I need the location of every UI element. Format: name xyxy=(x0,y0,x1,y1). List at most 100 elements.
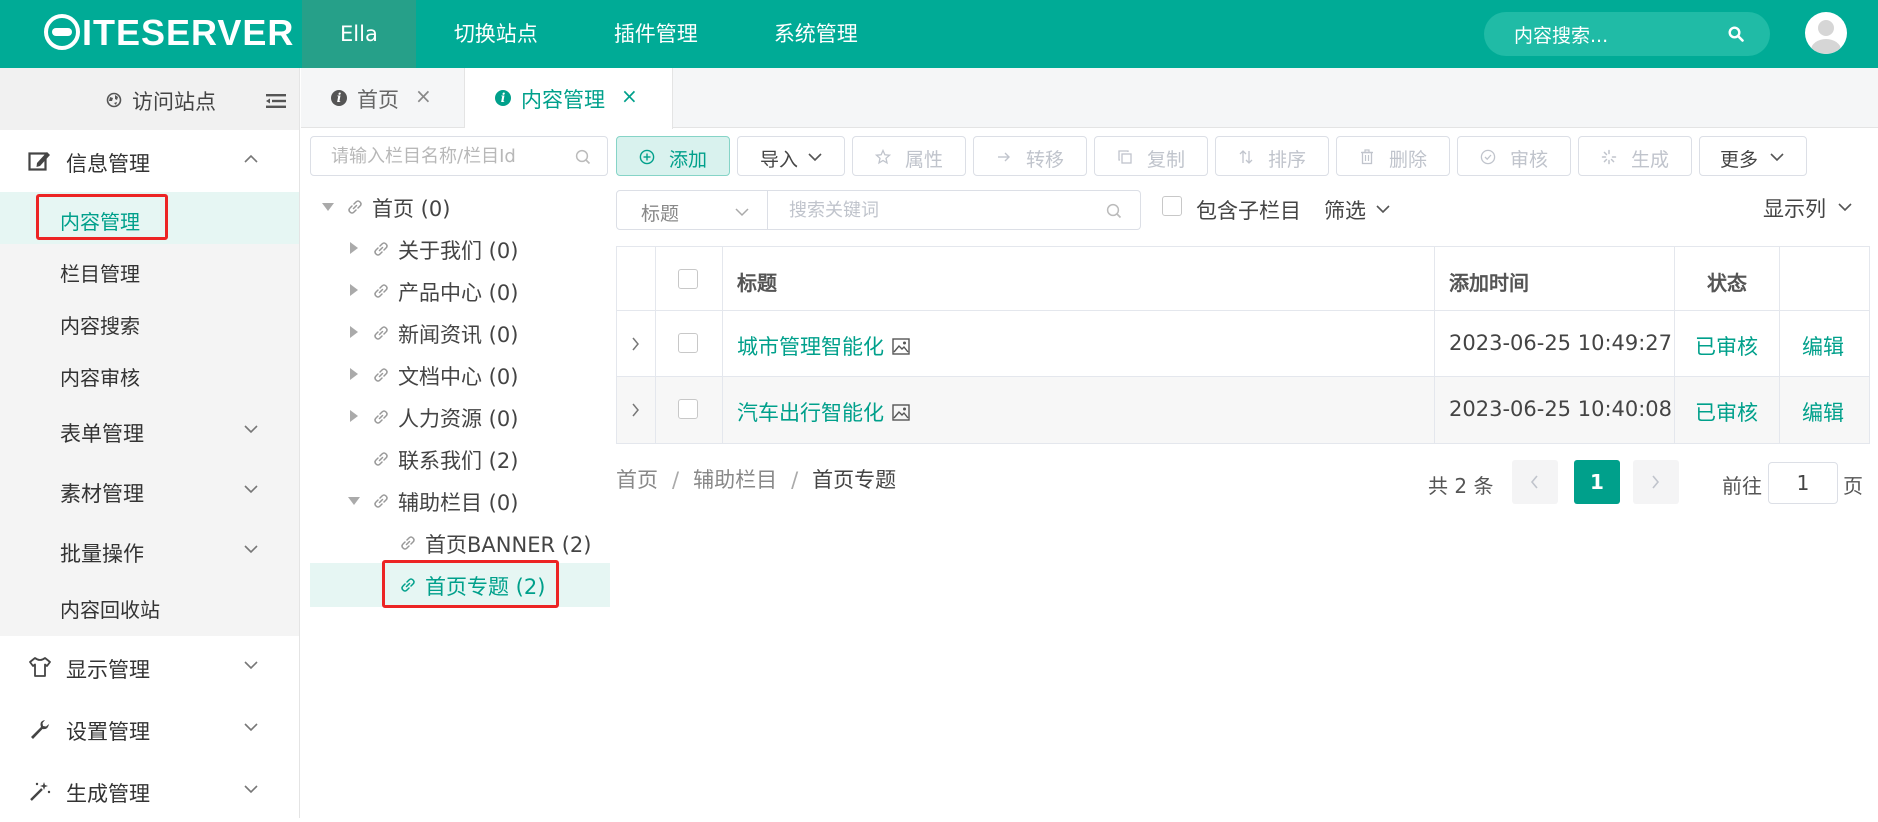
caret-right-icon[interactable] xyxy=(350,326,358,338)
page-number-current[interactable]: 1 xyxy=(1574,460,1620,504)
select-all-checkbox[interactable] xyxy=(678,269,698,289)
move-button[interactable]: 转移 xyxy=(973,136,1087,176)
search-field-select[interactable]: 标题 xyxy=(616,190,768,230)
user-icon xyxy=(1811,20,1841,54)
chevron-up-icon xyxy=(244,154,258,163)
nav-site-ella[interactable]: Ella xyxy=(302,0,416,68)
sidebar-item-content-search[interactable]: 内容搜索 xyxy=(0,296,299,348)
search-icon[interactable] xyxy=(1728,26,1744,42)
chevron-right-icon[interactable] xyxy=(631,337,640,351)
tree-node[interactable]: 新闻资讯 (0) xyxy=(310,311,610,353)
search-icon[interactable] xyxy=(575,149,591,165)
user-avatar[interactable] xyxy=(1805,12,1847,54)
tree-node[interactable]: 产品中心 (0) xyxy=(310,269,610,311)
column-search-input[interactable] xyxy=(311,137,551,175)
info-icon: i xyxy=(331,90,347,106)
row-checkbox[interactable] xyxy=(678,399,698,419)
close-icon[interactable]: × xyxy=(621,84,638,108)
delete-button[interactable]: 删除 xyxy=(1336,136,1450,176)
link-icon xyxy=(374,242,388,256)
column-header-time[interactable]: 添加时间 xyxy=(1449,267,1529,296)
chevron-down-icon xyxy=(244,723,258,732)
sort-button[interactable]: 排序 xyxy=(1215,136,1329,176)
column-header-status[interactable]: 状态 xyxy=(1707,267,1747,296)
tree-node[interactable]: 人力资源 (0) xyxy=(310,395,610,437)
copy-button[interactable]: 复制 xyxy=(1094,136,1208,176)
breadcrumb-item[interactable]: 辅助栏目 xyxy=(693,468,777,492)
tree-node[interactable]: 关于我们 (0) xyxy=(310,227,610,269)
page-unit-label: 页 xyxy=(1843,474,1863,498)
chevron-down-icon xyxy=(244,545,258,554)
tab-home[interactable]: i 首页 × xyxy=(301,68,465,128)
collapse-menu-icon[interactable] xyxy=(266,94,286,108)
tree-node[interactable]: 辅助栏目 (0) xyxy=(310,479,610,521)
group-display-management[interactable]: 显示管理 xyxy=(0,636,299,698)
content-title-link[interactable]: 汽车出行智能化 xyxy=(737,397,910,427)
more-dropdown[interactable]: 更多 xyxy=(1699,136,1807,176)
column-header-title[interactable]: 标题 xyxy=(737,267,777,296)
edit-link[interactable]: 编辑 xyxy=(1802,397,1844,427)
tree-node[interactable]: 首页 (0) xyxy=(310,185,610,227)
sidebar-group-form-management[interactable]: 表单管理 xyxy=(0,400,299,460)
breadcrumb: 首页 / 辅助栏目 / 首页专题 xyxy=(616,464,896,494)
sidebar-item-content-audit[interactable]: 内容审核 xyxy=(0,348,299,400)
sidebar-group-material-management[interactable]: 素材管理 xyxy=(0,460,299,520)
next-page-button[interactable] xyxy=(1633,460,1679,504)
status-badge: 已审核 xyxy=(1695,335,1758,359)
caret-down-icon[interactable] xyxy=(348,497,360,505)
tree-node[interactable]: 文档中心 (0) xyxy=(310,353,610,395)
include-children-label[interactable]: 包含子栏目 xyxy=(1196,195,1301,225)
visit-site-bar[interactable]: 访问站点 xyxy=(0,68,299,130)
show-columns-dropdown[interactable]: 显示列 xyxy=(1763,193,1826,223)
wrench-icon xyxy=(31,720,49,739)
caret-right-icon[interactable] xyxy=(350,284,358,296)
status-badge: 已审核 xyxy=(1695,401,1758,425)
logo-text: ITESERVER xyxy=(82,12,295,53)
chevron-down-icon[interactable] xyxy=(1376,204,1390,214)
edit-link[interactable]: 编辑 xyxy=(1802,331,1844,361)
prev-page-button[interactable] xyxy=(1512,460,1558,504)
row-checkbox[interactable] xyxy=(678,333,698,353)
include-children-checkbox[interactable] xyxy=(1162,196,1182,216)
link-icon xyxy=(348,200,362,214)
tree-node[interactable]: 首页BANNER (2) xyxy=(310,521,610,563)
expand-cell xyxy=(617,377,656,443)
group-info-management[interactable]: 信息管理 xyxy=(0,130,299,192)
siteserver-logo[interactable]: ITESERVER xyxy=(44,12,294,54)
audit-button[interactable]: 审核 xyxy=(1457,136,1571,176)
sidebar-group-batch-operation[interactable]: 批量操作 xyxy=(0,520,299,580)
nav-switch-site[interactable]: 切换站点 xyxy=(416,0,576,68)
group-generate-management[interactable]: 生成管理 xyxy=(0,760,299,822)
breadcrumb-separator: / xyxy=(672,468,680,492)
chevron-right-icon[interactable] xyxy=(631,403,640,417)
breadcrumb-item[interactable]: 首页 xyxy=(616,468,658,492)
caret-right-icon[interactable] xyxy=(350,368,358,380)
header-checkbox-cell xyxy=(656,247,723,310)
search-icon[interactable] xyxy=(1106,203,1122,219)
add-button[interactable]: 添加 xyxy=(616,136,730,176)
content-title-link[interactable]: 城市管理智能化 xyxy=(737,331,910,361)
close-icon[interactable]: × xyxy=(415,84,432,108)
nav-plugin-management[interactable]: 插件管理 xyxy=(576,0,736,68)
group-settings-management[interactable]: 设置管理 xyxy=(0,698,299,760)
filter-dropdown[interactable]: 筛选 xyxy=(1324,195,1366,225)
tab-content-management[interactable]: i 内容管理 × xyxy=(465,68,673,129)
goto-page-input[interactable]: 1 xyxy=(1768,462,1838,504)
caret-right-icon[interactable] xyxy=(350,410,358,422)
nav-system-management[interactable]: 系统管理 xyxy=(736,0,896,68)
import-dropdown[interactable]: 导入 xyxy=(737,136,845,176)
generate-button[interactable]: 生成 xyxy=(1578,136,1692,176)
caret-right-icon[interactable] xyxy=(350,242,358,254)
add-button-label: 添加 xyxy=(669,149,708,171)
keyword-search-input[interactable] xyxy=(767,191,1067,229)
tree-node[interactable]: 联系我们 (2) xyxy=(310,437,610,479)
caret-down-icon[interactable] xyxy=(322,203,334,211)
chevron-down-icon[interactable] xyxy=(1838,202,1852,212)
attribute-button[interactable]: 属性 xyxy=(852,136,966,176)
keyword-search-field[interactable] xyxy=(767,190,1141,230)
content-search-box[interactable]: 内容搜索... xyxy=(1484,12,1770,56)
sidebar-item-column-management[interactable]: 栏目管理 xyxy=(0,244,299,296)
time-cell: 2023-06-25 10:40:08 xyxy=(1435,377,1675,443)
column-search-field[interactable] xyxy=(310,136,608,176)
sidebar-item-recycle-bin[interactable]: 内容回收站 xyxy=(0,580,299,636)
